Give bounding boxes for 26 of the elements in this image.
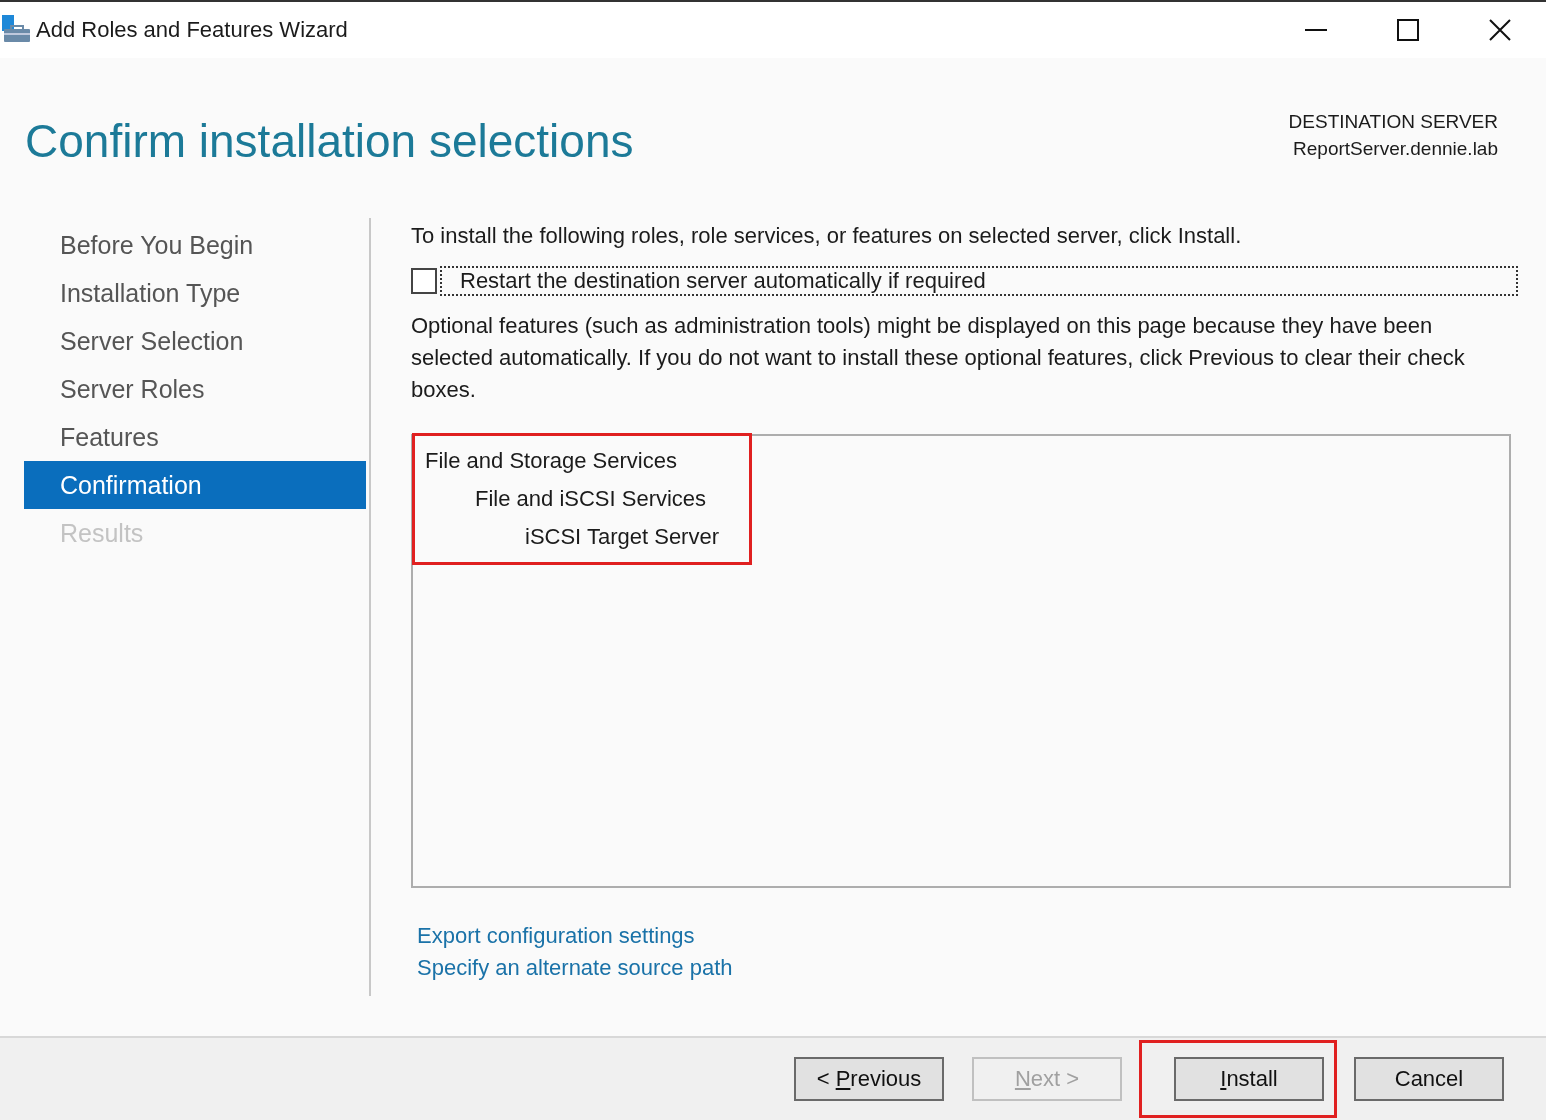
close-icon [1489, 19, 1511, 41]
intro-text: To install the following roles, role services, or features on selected server, click Install. [411, 222, 1243, 250]
restart-checkbox[interactable] [411, 268, 437, 294]
sidebar-item[interactable]: Before You Begin [24, 221, 366, 269]
checkbox-label[interactable]: Restart the destination server automatically if required [440, 266, 1518, 296]
window-title: Add Roles and Features Wizard [36, 17, 348, 43]
wizard-button[interactable]: < Previous [794, 1057, 944, 1101]
page-title: Confirm installation selections [25, 114, 634, 169]
minimize-icon [1305, 29, 1327, 31]
link[interactable]: Specify an alternate source path [417, 952, 733, 984]
selection-item: iSCSI Target Server [524, 523, 719, 551]
destination-label: DESTINATION SERVER [1288, 110, 1498, 134]
wizard-button[interactable]: Cancel [1354, 1057, 1504, 1101]
maximize-icon [1397, 19, 1419, 41]
toolbox-icon [2, 15, 32, 45]
selection-item: File and Storage Services [425, 447, 678, 475]
sidebar-item[interactable]: Server Roles [24, 365, 366, 413]
destination-server: ReportServer.dennie.lab [1292, 137, 1498, 161]
link[interactable]: Export configuration settings [417, 920, 695, 952]
sidebar-item[interactable]: Server Selection [24, 317, 366, 365]
wizard-button[interactable]: Install [1174, 1057, 1324, 1101]
sidebar-item[interactable]: Installation Type [24, 269, 366, 317]
note-text: Optional features (such as administration tools) might be displayed on this page because they have been selected automatically. If you do not want to install these optional features, click Previous to clear their check boxes. [411, 312, 1466, 404]
sidebar-item[interactable]: Features [24, 413, 366, 461]
sidebar-item[interactable]: Confirmation [24, 461, 366, 509]
selection-item: File and iSCSI Services [474, 485, 708, 513]
